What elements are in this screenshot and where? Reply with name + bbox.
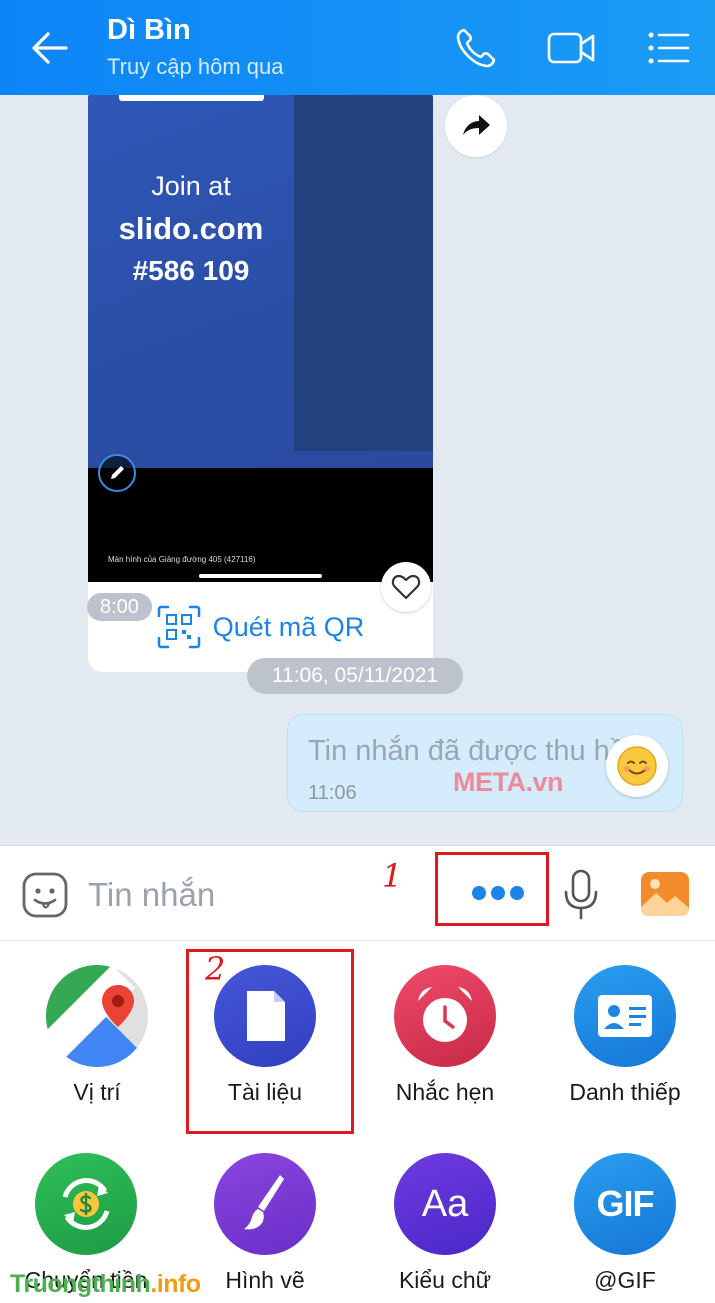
react-heart-button[interactable]: [381, 562, 431, 612]
grid-item-label: Vị trí: [73, 1079, 121, 1105]
scan-qr-label: Quét mã QR: [212, 611, 365, 642]
message-input-bar: Tin nhắn: [0, 845, 715, 941]
gif-glyph: GIF: [596, 1183, 655, 1224]
contact-card-icon: [574, 965, 676, 1067]
contact-name[interactable]: Dì Bìn: [107, 14, 191, 47]
gallery-icon[interactable]: [640, 871, 690, 917]
back-arrow-icon[interactable]: [26, 24, 74, 72]
microphone-icon[interactable]: [560, 868, 602, 922]
recalled-message-time: 11:06: [308, 782, 357, 804]
annotation-number-1: 1: [382, 857, 403, 895]
grid-item-label: Danh thiếp: [569, 1079, 681, 1105]
share-arrow-icon: [463, 115, 490, 135]
message-input[interactable]: Tin nhắn: [88, 876, 215, 914]
heart-icon: [391, 574, 421, 600]
shared-photo[interactable]: Join at slido.com #586 109 Màn hình của …: [88, 95, 433, 582]
font-style-icon: Aa: [394, 1153, 496, 1255]
grid-item-label: Kiểu chữ: [398, 1267, 492, 1293]
slide-text-line3: #586 109: [132, 255, 250, 286]
pencil-icon: [111, 466, 124, 479]
grid-item-font-style[interactable]: Aa Kiểu chữ: [356, 1153, 534, 1294]
menu-list-icon[interactable]: [642, 22, 694, 74]
grid-item-label: @GIF: [594, 1267, 656, 1293]
reaction-button[interactable]: [606, 735, 668, 797]
grid-item-drawing[interactable]: Hình vẽ: [176, 1153, 354, 1294]
grid-item-location[interactable]: Vị trí: [8, 965, 186, 1106]
alarm-clock-icon: [394, 965, 496, 1067]
smile-emoji-icon: [617, 746, 657, 786]
money-transfer-icon: [35, 1153, 137, 1255]
phone-call-icon[interactable]: [450, 22, 502, 74]
recalled-message-text: Tin nhắn đã được thu hồi: [308, 735, 633, 767]
gif-icon: GIF: [574, 1153, 676, 1255]
map-pin-icon: [46, 965, 148, 1067]
chat-header: Dì Bìn Truy cập hôm qua: [0, 0, 715, 95]
annotation-box-document: [186, 949, 354, 1134]
share-button[interactable]: [445, 95, 507, 157]
font-style-glyph: Aa: [421, 1182, 469, 1225]
message-time: 8:00: [87, 593, 152, 621]
qr-code-icon: [157, 605, 200, 649]
grid-item-contact-card[interactable]: Danh thiếp: [536, 965, 714, 1106]
screen-caption: Màn hình của Giảng đường 405 (427116): [108, 555, 256, 564]
edit-photo-button[interactable]: [98, 454, 136, 492]
grid-item-label: Hình vẽ: [225, 1267, 305, 1293]
slide-text-line2: slido.com: [118, 211, 264, 246]
grid-item-reminder[interactable]: Nhắc hẹn: [356, 965, 534, 1106]
site-watermark: Truongthinh.info: [10, 1270, 201, 1298]
grid-item-gif[interactable]: GIF @GIF: [536, 1153, 714, 1294]
chat-area[interactable]: Join at slido.com #586 109 Màn hình của …: [0, 95, 715, 845]
date-separator: 11:06, 05/11/2021: [247, 658, 463, 694]
sticker-icon[interactable]: [21, 871, 69, 919]
meta-watermark: META.vn: [453, 767, 564, 797]
annotation-box-more-options: [435, 852, 549, 926]
feature-grid: Vị trí Tài liệu Nhắc hẹn Danh thiếp Chuy…: [0, 941, 715, 1303]
last-seen-status: Truy cập hôm qua: [107, 54, 284, 79]
brush-icon: [214, 1153, 316, 1255]
video-call-icon[interactable]: [545, 22, 597, 74]
slide-text-line1: Join at: [151, 171, 231, 201]
grid-item-label: Nhắc hẹn: [395, 1079, 495, 1105]
